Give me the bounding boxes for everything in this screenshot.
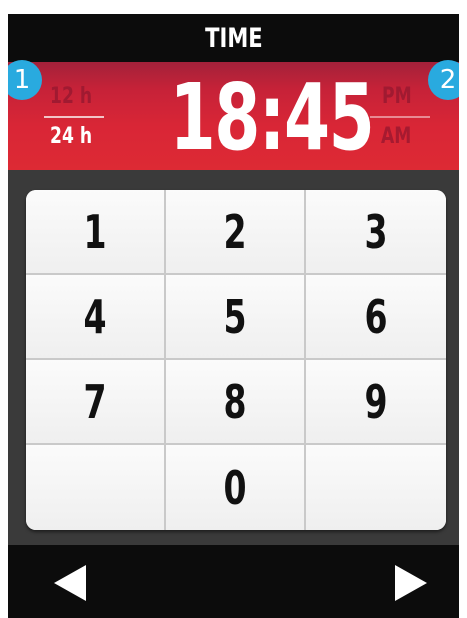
period-divider — [370, 116, 430, 118]
key-label: 7 — [83, 374, 107, 429]
time-value: 18:45 — [169, 64, 375, 171]
back-button[interactable] — [50, 563, 90, 603]
key-2[interactable]: 2 — [166, 190, 306, 275]
title-bar: TIME — [8, 14, 459, 62]
numeric-keypad: 1 2 3 4 5 6 7 8 9 0 — [26, 190, 446, 530]
screen-title: TIME — [204, 22, 263, 54]
key-3[interactable]: 3 — [306, 190, 446, 275]
key-8[interactable]: 8 — [166, 360, 306, 445]
left-triangle-icon — [54, 565, 86, 601]
key-label: 4 — [83, 289, 107, 344]
key-4[interactable]: 4 — [26, 275, 166, 360]
key-0[interactable]: 0 — [166, 445, 306, 530]
key-label: 9 — [364, 374, 388, 429]
key-label: 0 — [223, 460, 247, 515]
key-label: 2 — [223, 204, 247, 259]
key-label: 5 — [223, 289, 247, 344]
key-label: 6 — [364, 289, 388, 344]
format-divider — [44, 116, 104, 118]
key-label: 3 — [364, 204, 388, 259]
navigation-bar — [8, 545, 459, 618]
time-setup-screen: TIME 12 h 24 h 18:45 PM AM 1 2 1 2 3 4 5… — [8, 14, 459, 618]
key-label: 1 — [83, 204, 107, 259]
right-triangle-icon — [395, 565, 427, 601]
next-button[interactable] — [391, 563, 431, 603]
format-24h-option[interactable]: 24 h — [50, 124, 92, 149]
format-12h-option[interactable]: 12 h — [50, 84, 92, 109]
key-7[interactable]: 7 — [26, 360, 166, 445]
key-label: 8 — [223, 374, 247, 429]
key-9[interactable]: 9 — [306, 360, 446, 445]
key-6[interactable]: 6 — [306, 275, 446, 360]
key-blank-right — [306, 445, 446, 530]
key-5[interactable]: 5 — [166, 275, 306, 360]
am-option[interactable]: AM — [381, 124, 411, 149]
key-blank-left — [26, 445, 166, 530]
time-display-band: 12 h 24 h 18:45 PM AM — [8, 62, 459, 170]
key-1[interactable]: 1 — [26, 190, 166, 275]
pm-option[interactable]: PM — [382, 84, 412, 109]
